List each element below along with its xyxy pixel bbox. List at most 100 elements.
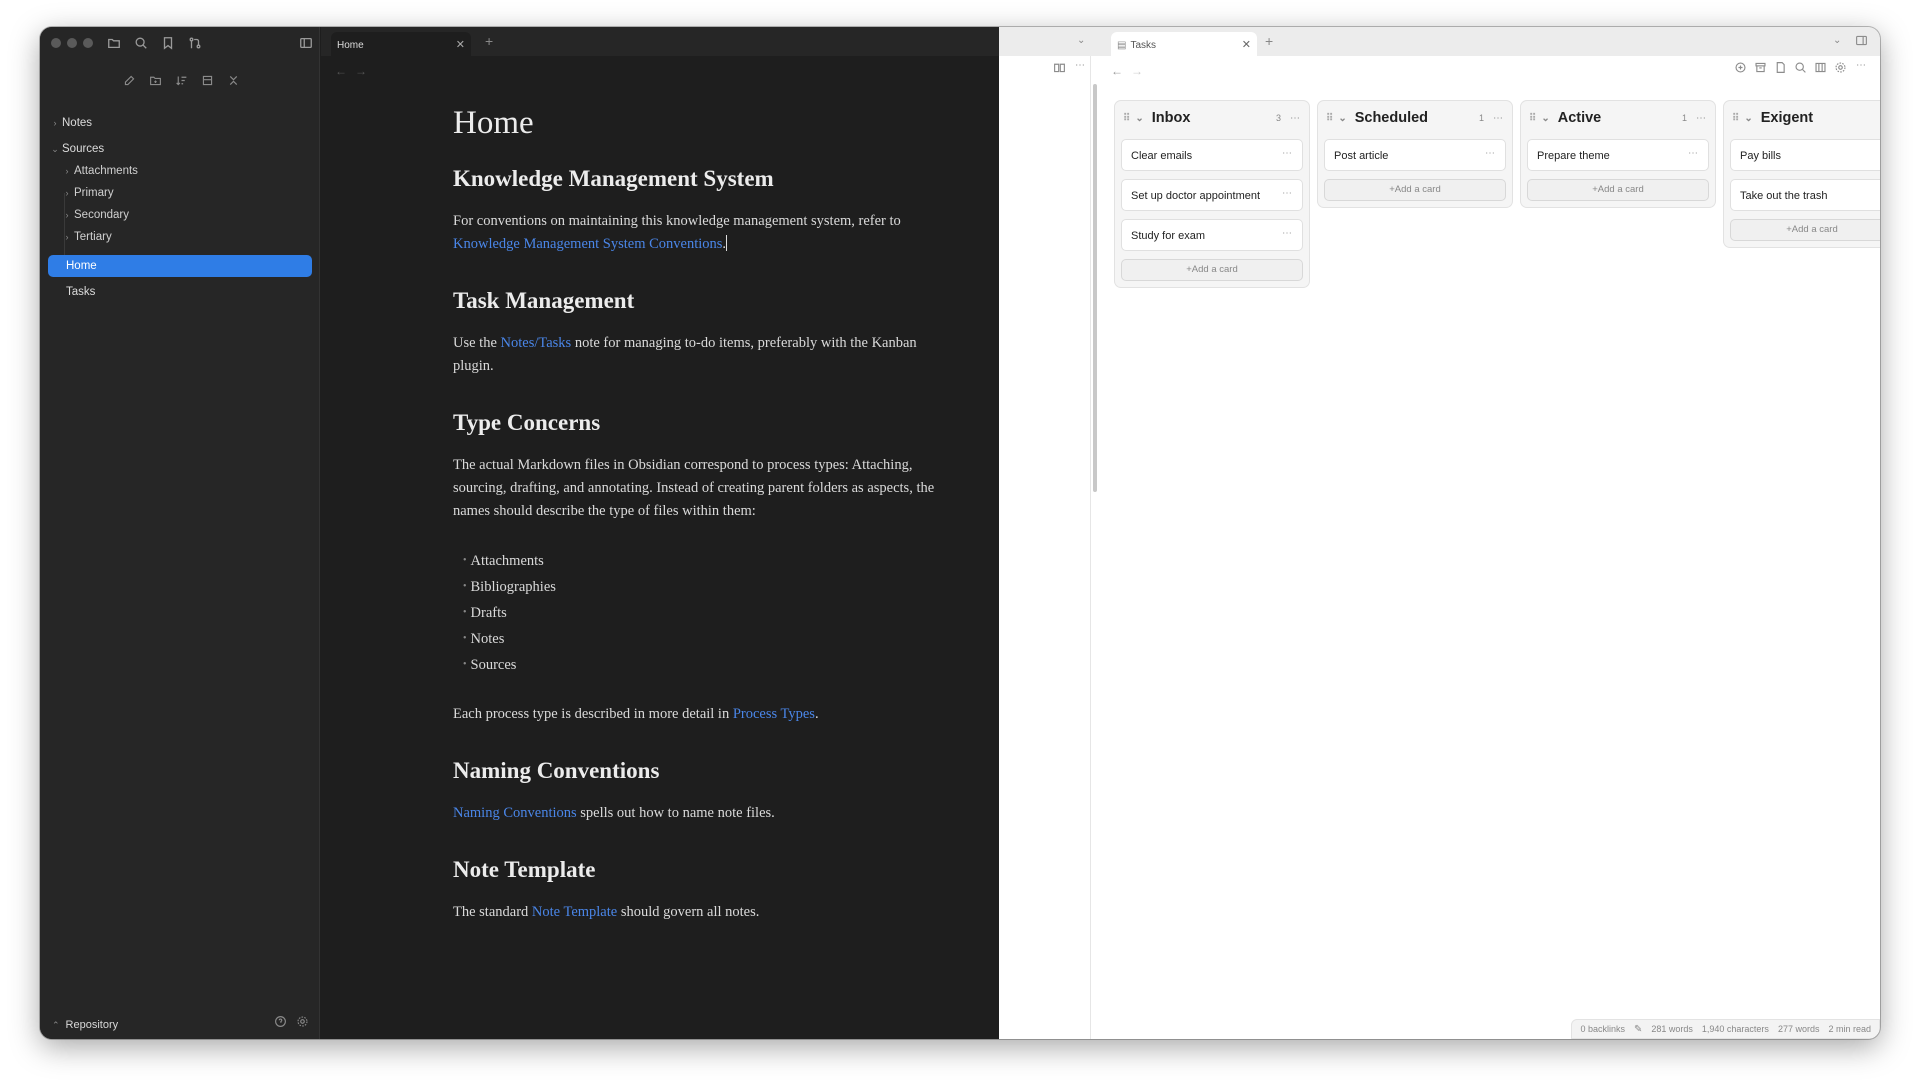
chevron-down-icon[interactable]: ⌄	[1744, 113, 1752, 124]
tab-tasks[interactable]: ▤ Tasks ✕	[1111, 32, 1257, 56]
new-folder-icon[interactable]	[146, 71, 164, 89]
settings-gear-icon[interactable]	[1834, 61, 1850, 77]
tree-folder-tertiary[interactable]: › Tertiary	[60, 226, 312, 248]
more-options-icon[interactable]: ⋯	[1282, 188, 1292, 199]
folder-icon[interactable]	[104, 33, 124, 53]
kanban-icon: ▤	[1117, 40, 1127, 51]
collapse-icon[interactable]	[198, 71, 216, 89]
link-kms-conventions[interactable]: Knowledge Management System Conventions	[453, 236, 722, 252]
more-options-icon[interactable]: ⋯	[1290, 113, 1300, 124]
heading-note-template: Note Template	[453, 857, 596, 882]
more-options-icon[interactable]: ⋯	[1075, 60, 1085, 71]
archive-icon[interactable]	[1754, 61, 1770, 77]
tree-folder-primary[interactable]: › Primary	[60, 182, 312, 204]
sort-icon[interactable]	[172, 71, 190, 89]
word-count-secondary: 277 words	[1777, 1024, 1820, 1034]
kanban-card[interactable]: Pay bills	[1730, 139, 1880, 171]
tree-folder-sources[interactable]: ⌄ Sources	[48, 138, 312, 160]
kanban-card[interactable]: Set up doctor appointment ⋯	[1121, 179, 1303, 211]
kanban-card[interactable]: Take out the trash	[1730, 179, 1880, 211]
document: Home Knowledge Management System For con…	[453, 105, 953, 956]
zoom-window-button[interactable]	[83, 38, 93, 48]
forward-arrow-icon[interactable]: →	[1131, 64, 1151, 78]
reading-view-icon[interactable]	[1053, 61, 1069, 77]
settings-gear-icon[interactable]	[296, 1015, 312, 1031]
scrollbar[interactable]	[1093, 84, 1097, 492]
minimize-window-button[interactable]	[67, 38, 77, 48]
drag-handle-icon[interactable]: ⠿	[1326, 113, 1333, 124]
chevron-down-icon: ⌄	[51, 143, 59, 154]
tree-folder-attachments[interactable]: › Attachments	[60, 160, 312, 182]
add-card-button[interactable]: +Add a card	[1527, 179, 1709, 201]
backlinks-count[interactable]: 0 backlinks	[1580, 1024, 1625, 1034]
forward-arrow-icon[interactable]: →	[355, 64, 375, 78]
search-icon[interactable]	[131, 33, 151, 53]
lane-header[interactable]: ⠿ ⌄ Active 1 ⋯	[1521, 101, 1715, 135]
lane-header[interactable]: ⠿ ⌄ Scheduled 1 ⋯	[1318, 101, 1512, 135]
chevron-down-icon[interactable]: ⌄	[1541, 113, 1549, 124]
lane-header[interactable]: ⠿ ⌄ Exigent	[1724, 101, 1880, 135]
search-icon[interactable]	[1794, 61, 1810, 77]
lane-header[interactable]: ⠿ ⌄ Inbox 3 ⋯	[1115, 101, 1309, 135]
chevron-down-icon[interactable]: ⌄	[1338, 113, 1346, 124]
tree-file-tasks[interactable]: Tasks	[48, 281, 312, 303]
help-icon[interactable]	[274, 1015, 290, 1031]
back-arrow-icon[interactable]: ←	[335, 64, 355, 78]
card-text: Prepare theme	[1537, 150, 1610, 162]
more-options-icon[interactable]: ⋯	[1282, 228, 1292, 239]
add-card-button[interactable]: +Add a card	[1121, 259, 1303, 281]
chevron-down-icon[interactable]: ⌄	[1833, 35, 1841, 46]
more-options-icon[interactable]: ⋯	[1493, 113, 1503, 124]
vault-name: Repository	[65, 1019, 119, 1031]
lane-count: 1	[1681, 113, 1687, 123]
board-view-icon[interactable]	[1814, 61, 1830, 77]
new-note-icon[interactable]	[120, 71, 138, 89]
link-naming-conventions[interactable]: Naming Conventions	[453, 805, 577, 821]
add-card-button[interactable]: +Add a card	[1730, 219, 1880, 241]
lane-exigent: ⠿ ⌄ Exigent Pay bills Take out the trash +…	[1723, 100, 1880, 248]
drag-handle-icon[interactable]: ⠿	[1123, 113, 1130, 124]
more-options-icon[interactable]: ⋯	[1696, 113, 1706, 124]
kanban-card[interactable]: Prepare theme ⋯	[1527, 139, 1709, 171]
collapse-all-icon[interactable]	[224, 71, 242, 89]
kanban-card[interactable]: Post article ⋯	[1324, 139, 1506, 171]
more-options-icon[interactable]: ⋯	[1282, 148, 1292, 159]
link-notes-tasks[interactable]: Notes/Tasks	[501, 335, 572, 351]
add-card-button[interactable]: +Add a card	[1324, 179, 1506, 201]
back-arrow-icon[interactable]: ←	[1111, 64, 1131, 78]
vault-switcher[interactable]: ⌃ Repository	[52, 1019, 118, 1031]
drag-handle-icon[interactable]: ⠿	[1529, 113, 1536, 124]
link-process-types[interactable]: Process Types	[733, 706, 815, 722]
chevron-down-icon[interactable]: ⌄	[1135, 113, 1143, 124]
nav-arrows[interactable]: ←→	[335, 64, 375, 78]
link-note-template[interactable]: Note Template	[532, 904, 617, 920]
close-tab-icon[interactable]: ✕	[1242, 38, 1251, 51]
sidebar-toggle-icon[interactable]	[296, 33, 316, 53]
tree-folder-secondary[interactable]: › Secondary	[60, 204, 312, 226]
right-sidebar-toggle-icon[interactable]	[1855, 34, 1871, 50]
bookmark-icon[interactable]	[158, 33, 178, 53]
more-options-icon[interactable]: ⋯	[1856, 60, 1866, 71]
more-options-icon[interactable]: ⋯	[1688, 148, 1698, 159]
window-controls[interactable]	[51, 38, 93, 48]
tab-home[interactable]: Home ✕	[331, 32, 471, 56]
add-list-icon[interactable]	[1734, 61, 1750, 77]
edit-mode-icon[interactable]: ✎	[1634, 1024, 1642, 1035]
new-tab-button[interactable]: +	[1265, 33, 1273, 49]
nav-arrows[interactable]: ←→	[1111, 64, 1151, 78]
text: For conventions on maintaining this know…	[453, 213, 901, 229]
chevron-down-icon[interactable]: ⌄	[1077, 35, 1085, 46]
tree-file-home[interactable]: Home	[48, 255, 312, 277]
document-icon[interactable]	[1774, 61, 1790, 77]
kanban-card[interactable]: Clear emails ⋯	[1121, 139, 1303, 171]
tree-folder-notes[interactable]: › Notes	[48, 112, 312, 134]
new-tab-button[interactable]: +	[485, 33, 493, 49]
drag-handle-icon[interactable]: ⠿	[1732, 113, 1739, 124]
more-options-icon[interactable]: ⋯	[1485, 148, 1495, 159]
close-window-button[interactable]	[51, 38, 61, 48]
kanban-card[interactable]: Study for exam ⋯	[1121, 219, 1303, 251]
tree-label: Tertiary	[74, 231, 112, 243]
git-icon[interactable]	[185, 33, 205, 53]
chevron-right-icon: ›	[65, 188, 69, 198]
close-tab-icon[interactable]: ✕	[456, 38, 465, 51]
